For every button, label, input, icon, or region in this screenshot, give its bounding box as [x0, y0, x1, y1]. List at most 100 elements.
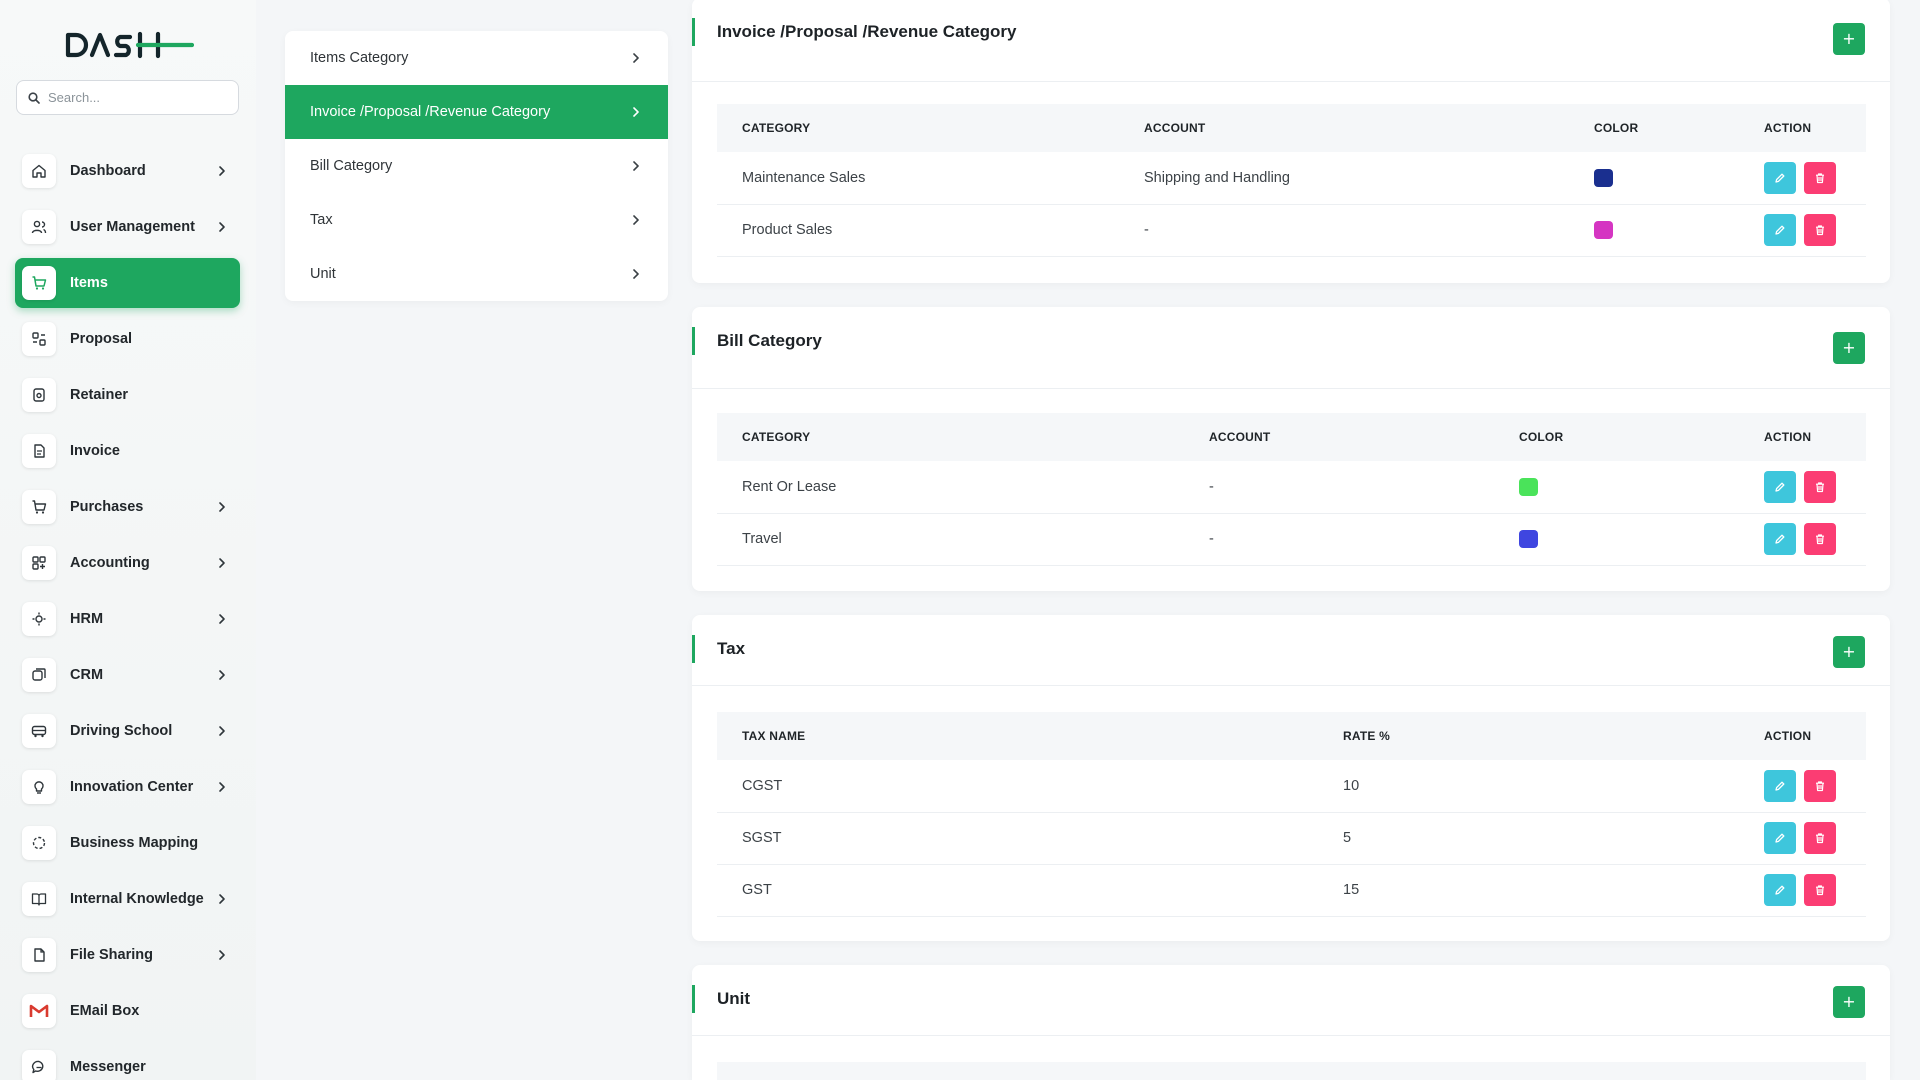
chevron-right-icon: [633, 161, 639, 171]
sidebar-item-driving-school[interactable]: Driving School: [15, 706, 240, 756]
add-button[interactable]: +: [1833, 986, 1865, 1018]
sidebar-item-internal-knowledge[interactable]: Internal Knowledge: [15, 874, 240, 924]
account-cell: Shipping and Handling: [1144, 169, 1290, 186]
sidebar-item-label: CRM: [70, 667, 104, 683]
sidebar-item-accounting[interactable]: Accounting: [15, 538, 240, 588]
edit-button[interactable]: [1764, 470, 1796, 503]
chevron-right-icon: [219, 166, 225, 176]
delete-button[interactable]: [1804, 523, 1836, 555]
sidebar-item-invoice[interactable]: Invoice: [15, 426, 240, 476]
delete-button[interactable]: [1804, 769, 1836, 802]
home-icon: [22, 154, 56, 188]
delete-button[interactable]: [1804, 161, 1836, 194]
color-swatch: [1519, 530, 1538, 548]
edit-button[interactable]: [1764, 523, 1796, 555]
table-row: Product Sales -: [717, 204, 1866, 256]
invoice-category-table: CATEGORY ACCOUNT COLOR ACTION Maintenanc…: [717, 104, 1866, 257]
sidebar-item-label: Dashboard: [70, 163, 146, 179]
delete-button[interactable]: [1804, 214, 1836, 246]
column-header: ACCOUNT: [1144, 121, 1206, 135]
search-input[interactable]: [48, 90, 228, 105]
add-button[interactable]: +: [1833, 636, 1865, 668]
sidebar-item-crm[interactable]: CRM: [15, 650, 240, 700]
sidebar-item-messenger[interactable]: Messenger: [15, 1042, 240, 1080]
table-row: GST 15: [717, 864, 1866, 916]
edit-button[interactable]: [1764, 822, 1796, 854]
edit-button[interactable]: [1764, 161, 1796, 194]
sidebar-item-retainer[interactable]: Retainer: [15, 370, 240, 420]
chevron-right-icon: [219, 222, 225, 232]
add-button[interactable]: +: [1833, 23, 1865, 55]
add-button[interactable]: +: [1833, 332, 1865, 364]
action-cell: [1739, 513, 1866, 565]
sidebar-item-email-box[interactable]: EMail Box: [15, 986, 240, 1036]
chevron-right-icon: [219, 614, 225, 624]
card-header: Tax +: [692, 615, 1890, 686]
table-row: CGST 10: [717, 760, 1866, 812]
sidebar-item-hrm[interactable]: HRM: [15, 594, 240, 644]
column-header: TAX NAME: [742, 729, 806, 743]
card-title: Unit: [717, 989, 751, 1008]
invoice-category-card: Invoice /Proposal /Revenue Category + CA…: [692, 0, 1890, 283]
invoice-icon: [22, 434, 56, 468]
chevron-right-icon: [219, 782, 225, 792]
chat-icon: [22, 1050, 56, 1080]
delete-button[interactable]: [1804, 822, 1836, 854]
sidebar-item-label: Messenger: [70, 1059, 146, 1075]
menu-item-label: Bill Category: [310, 158, 393, 174]
bulb-icon: [22, 770, 56, 804]
sidebar-item-label: EMail Box: [70, 1003, 140, 1019]
sidebar-item-items[interactable]: Items: [15, 258, 240, 308]
tax-rate-cell: 5: [1343, 830, 1352, 846]
edit-button[interactable]: [1764, 214, 1796, 246]
menu-item-label: Unit: [310, 266, 336, 282]
sidebar-item-purchases[interactable]: Purchases: [15, 482, 240, 532]
menu-item-tax[interactable]: Tax: [285, 193, 668, 247]
sidebar-item-dashboard[interactable]: Dashboard: [15, 146, 240, 196]
color-swatch: [1519, 477, 1538, 496]
sidebar-item-proposal[interactable]: Proposal: [15, 314, 240, 364]
menu-item-bill-category[interactable]: Bill Category: [285, 139, 668, 193]
tax-name-cell: SGST: [742, 830, 782, 846]
menu-item-invoice-category[interactable]: Invoice /Proposal /Revenue Category: [285, 85, 668, 139]
dash-logo[interactable]: [64, 28, 194, 62]
category-cell: Rent Or Lease: [742, 478, 837, 495]
column-header: CATEGORY: [742, 121, 811, 135]
color-swatch: [1594, 221, 1613, 239]
card-header: Bill Category +: [692, 307, 1890, 389]
action-cell: [1739, 204, 1866, 256]
sidebar-item-user-management[interactable]: User Management: [15, 202, 240, 252]
unit-card: Unit +: [692, 965, 1890, 1080]
sidebar-item-business-mapping[interactable]: Business Mapping: [15, 818, 240, 868]
retainer-icon: [22, 378, 56, 412]
category-cell: Product Sales: [742, 222, 833, 238]
trash-icon: [1816, 534, 1824, 545]
accent-bar: [692, 327, 695, 355]
delete-button[interactable]: [1804, 470, 1836, 503]
edit-button[interactable]: [1764, 874, 1796, 906]
menu-item-unit[interactable]: Unit: [285, 247, 668, 301]
proposal-icon: [22, 322, 56, 356]
card-header: Unit +: [692, 965, 1890, 1036]
table-row: SGST 5: [717, 812, 1866, 864]
tax-name-cell: CGST: [742, 777, 783, 794]
sidebar-item-file-sharing[interactable]: File Sharing: [15, 930, 240, 980]
action-cell: [1739, 760, 1866, 812]
tax-table: TAX NAME RATE % ACTION CGST 10 SGST 5 GS…: [717, 712, 1866, 917]
tax-name-cell: GST: [742, 882, 772, 898]
sidebar-item-label: Innovation Center: [70, 779, 194, 795]
delete-button[interactable]: [1804, 874, 1836, 906]
chevron-right-icon: [219, 502, 225, 512]
color-swatch: [1594, 168, 1613, 187]
sidebar-item-innovation-center[interactable]: Innovation Center: [15, 762, 240, 812]
account-cell: -: [1209, 478, 1214, 495]
search-box[interactable]: [16, 80, 239, 115]
pencil-icon: [1775, 173, 1785, 183]
column-header: RATE %: [1343, 729, 1390, 743]
trash-icon: [1816, 225, 1824, 236]
accent-bar: [692, 635, 695, 663]
menu-item-items-category[interactable]: Items Category: [285, 31, 668, 85]
pencil-icon: [1775, 482, 1785, 492]
table-row: Maintenance Sales Shipping and Handling: [717, 152, 1866, 204]
edit-button[interactable]: [1764, 769, 1796, 802]
